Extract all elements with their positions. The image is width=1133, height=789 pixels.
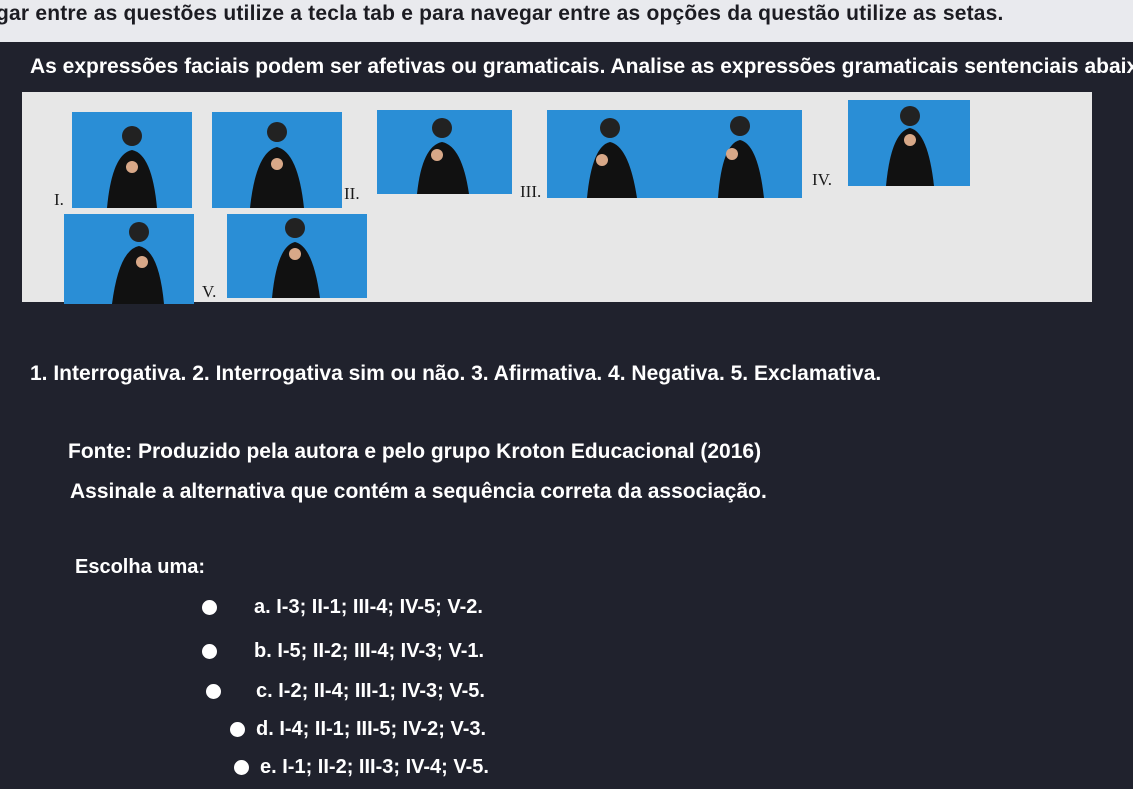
- option-c-radio[interactable]: [206, 684, 221, 699]
- sign-photo-5b: [227, 214, 367, 298]
- option-a[interactable]: a. I-3; II-1; III-4; IV-5; V-2.: [202, 596, 522, 622]
- image-label-v: V.: [202, 282, 217, 301]
- option-e[interactable]: e. I-1; II-2; III-3; IV-4; V-5.: [202, 756, 522, 782]
- source-text: Fonte: Produzido pela autora e pelo grup…: [68, 440, 762, 463]
- option-d-label[interactable]: d. I-4; II-1; III-5; IV-2; V-3.: [256, 718, 486, 741]
- option-c[interactable]: c. I-2; II-4; III-1; IV-3; V-5.: [202, 680, 522, 706]
- sign-photo-3a: [547, 110, 682, 198]
- image-label-i: I.: [54, 190, 64, 209]
- expression-types: 1. Interrogativa. 2. Interrogativa sim o…: [30, 362, 882, 385]
- option-b-label[interactable]: b. I-5; II-2; III-4; IV-3; V-1.: [254, 640, 484, 663]
- option-e-label[interactable]: e. I-1; II-2; III-3; IV-4; V-5.: [260, 756, 489, 779]
- option-b-radio[interactable]: [202, 644, 217, 659]
- image-label-iii: III.: [520, 182, 542, 201]
- option-d-radio[interactable]: [230, 722, 245, 737]
- sign-photo-3b: [682, 110, 802, 198]
- option-a-radio[interactable]: [202, 600, 217, 615]
- option-d[interactable]: d. I-4; II-1; III-5; IV-2; V-3.: [202, 718, 522, 744]
- sign-images-strip: I. II. III. IV. V.: [22, 92, 1092, 304]
- option-e-radio[interactable]: [234, 760, 249, 775]
- option-a-label[interactable]: a. I-3; II-1; III-4; IV-5; V-2.: [254, 596, 483, 619]
- question-intro: As expressões faciais podem ser afetivas…: [30, 55, 1133, 78]
- sign-photo-4: [848, 100, 970, 186]
- question-prompt: Assinale a alternativa que contém a sequ…: [70, 480, 767, 503]
- option-b[interactable]: b. I-5; II-2; III-4; IV-3; V-1.: [202, 640, 522, 666]
- option-c-label[interactable]: c. I-2; II-4; III-1; IV-3; V-5.: [256, 680, 485, 703]
- image-label-iv: IV.: [812, 170, 832, 189]
- image-label-ii: II.: [344, 184, 360, 203]
- sign-photo-1a: [72, 112, 192, 208]
- instruction-text: gar entre as questões utilize a tecla ta…: [0, 2, 1004, 25]
- sign-photo-2: [377, 110, 512, 194]
- sign-photo-1b: [212, 112, 342, 208]
- sign-photo-5a: [64, 214, 194, 304]
- instruction-bar: gar entre as questões utilize a tecla ta…: [0, 0, 1133, 42]
- choose-label: Escolha uma:: [75, 556, 206, 578]
